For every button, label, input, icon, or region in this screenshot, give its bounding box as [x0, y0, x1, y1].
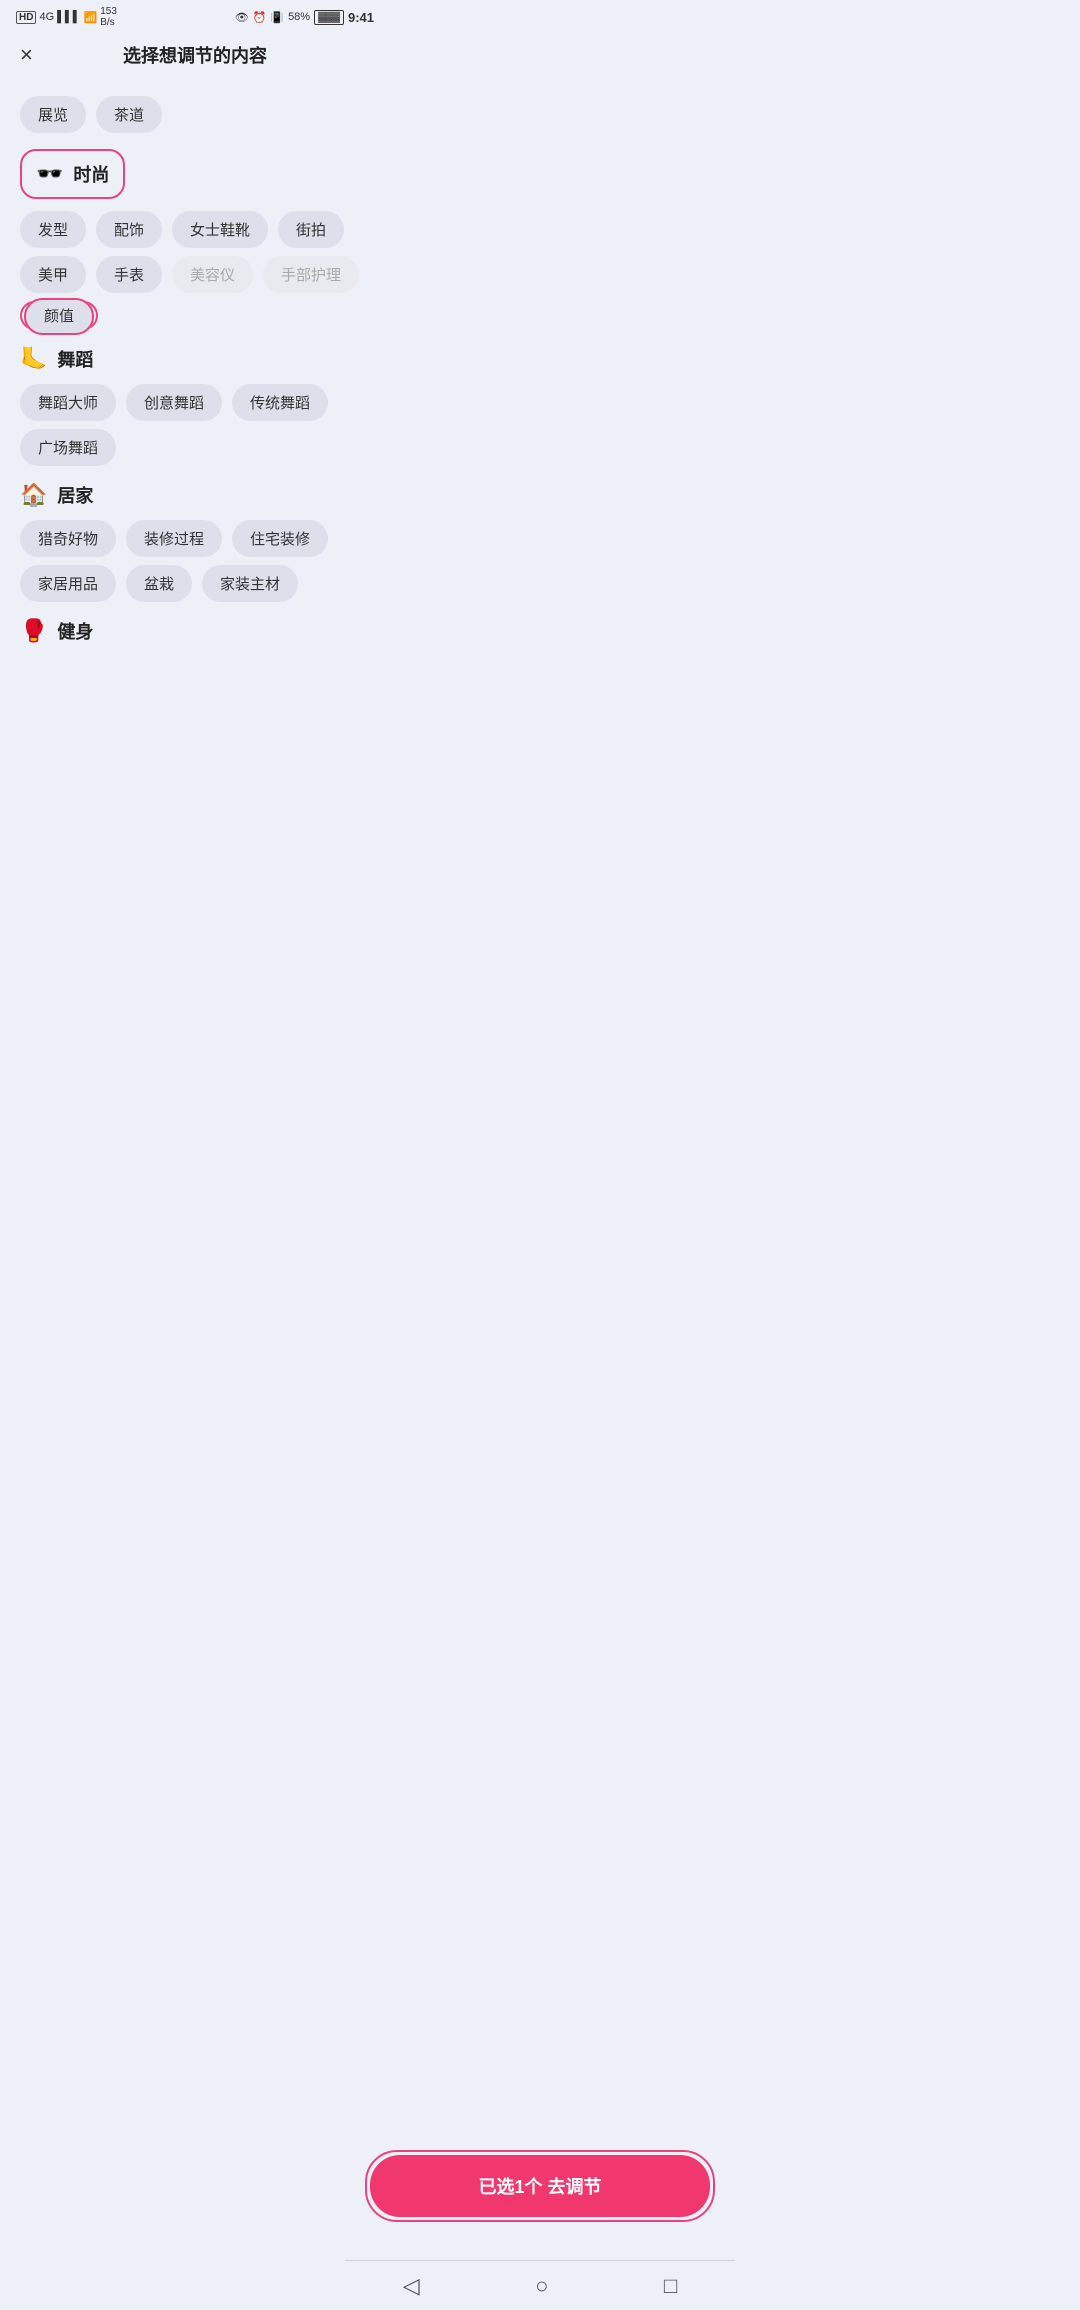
- vibrate-icon: 📳: [270, 11, 284, 24]
- tag-shoubiao[interactable]: 手表: [96, 256, 162, 293]
- fitness-name: 健身: [57, 618, 93, 644]
- tag-yanzhi[interactable]: 颜值: [24, 298, 94, 335]
- fashion-subtag-box: 颜值: [20, 301, 370, 330]
- fitness-icon: 🥊: [20, 618, 47, 644]
- tag-shounhuli: 手部护理: [263, 256, 359, 293]
- fashion-tags-row2: 美甲 手表 美容仪 手部护理: [20, 256, 370, 293]
- category-home: 🏠 居家 猎奇好物 装修过程 住宅装修 家居用品 盆栽 家装主材: [20, 482, 370, 602]
- tag-zhanlan[interactable]: 展览: [20, 96, 86, 133]
- dance-icon: 🦶: [20, 346, 47, 372]
- hd-label: HD: [16, 11, 36, 24]
- dance-tags-row2: 广场舞蹈: [20, 429, 370, 466]
- home-name: 居家: [57, 482, 93, 508]
- tag-guangchangwudao[interactable]: 广场舞蹈: [20, 429, 116, 466]
- signal-icon: ▌▌▌: [57, 11, 80, 23]
- home-button[interactable]: ○: [535, 2273, 548, 2299]
- home-icon: 🏠: [20, 482, 47, 508]
- yanzhi-selected-wrapper: 颜值: [20, 301, 98, 330]
- tag-zhuangxiuguocheng[interactable]: 装修过程: [126, 520, 222, 557]
- battery-label: 58%: [288, 11, 310, 23]
- tag-lieqihaowu[interactable]: 猎奇好物: [20, 520, 116, 557]
- tag-peishi[interactable]: 配饰: [96, 211, 162, 248]
- fashion-icon: 🕶️: [36, 161, 63, 187]
- page-header: × 选择想调节的内容: [0, 32, 390, 80]
- home-tags-row1: 猎奇好物 装修过程 住宅装修: [20, 520, 370, 557]
- eye-icon: 👁: [235, 11, 249, 24]
- tag-chadao[interactable]: 茶道: [96, 96, 162, 133]
- tag-wudaodashi[interactable]: 舞蹈大师: [20, 384, 116, 421]
- confirm-btn-wrapper: 已选1个 去调节: [365, 2150, 715, 2222]
- nav-bar: ◁ ○ □: [345, 2260, 735, 2310]
- recent-button[interactable]: □: [664, 2273, 677, 2299]
- battery-icon: ▓▓▓: [314, 10, 344, 25]
- alarm-icon: ⏰: [253, 11, 267, 24]
- category-fashion-header[interactable]: 🕶️ 时尚: [20, 149, 125, 199]
- wifi-icon: 📶: [84, 11, 98, 24]
- back-button[interactable]: ◁: [403, 2273, 420, 2299]
- dance-name: 舞蹈: [57, 346, 93, 372]
- close-button[interactable]: ×: [20, 44, 33, 66]
- tag-nüshixuexue[interactable]: 女士鞋靴: [172, 211, 268, 248]
- content-area: 展览 茶道 🕶️ 时尚 发型 配饰 女士鞋靴 街拍 美甲 手表 美容仪 手部护理…: [0, 80, 390, 760]
- home-tags-row2: 家居用品 盆栽 家装主材: [20, 565, 370, 602]
- category-fitness: 🥊 健身: [20, 618, 370, 644]
- time-label: 9:41: [348, 10, 374, 25]
- status-right: 👁 ⏰ 📳 58% ▓▓▓ 9:41: [235, 10, 374, 25]
- bottom-bar: 已选1个 去调节: [345, 2150, 735, 2260]
- tag-meijia[interactable]: 美甲: [20, 256, 86, 293]
- tag-penzai[interactable]: 盆栽: [126, 565, 192, 602]
- tag-meirongyi: 美容仪: [172, 256, 253, 293]
- category-fashion: 🕶️ 时尚 发型 配饰 女士鞋靴 街拍 美甲 手表 美容仪 手部护理 颜值: [20, 149, 370, 330]
- category-dance: 🦶 舞蹈 舞蹈大师 创意舞蹈 传统舞蹈 广场舞蹈: [20, 346, 370, 466]
- tag-jiajuyongpin[interactable]: 家居用品: [20, 565, 116, 602]
- network-label: 4G: [39, 11, 54, 23]
- category-fitness-header[interactable]: 🥊 健身: [20, 618, 370, 644]
- confirm-button[interactable]: 已选1个 去调节: [370, 2155, 710, 2217]
- fashion-name: 时尚: [73, 161, 109, 187]
- dance-tags-row1: 舞蹈大师 创意舞蹈 传统舞蹈: [20, 384, 370, 421]
- category-dance-header[interactable]: 🦶 舞蹈: [20, 346, 370, 372]
- speed-label: 153B/s: [100, 6, 117, 28]
- tag-faxing[interactable]: 发型: [20, 211, 86, 248]
- status-left: HD 4G ▌▌▌ 📶 153B/s: [16, 6, 117, 28]
- tag-chuangyiwudao[interactable]: 创意舞蹈: [126, 384, 222, 421]
- standalone-tags-row: 展览 茶道: [20, 96, 370, 133]
- tag-jiazhuangzhucai[interactable]: 家装主材: [202, 565, 298, 602]
- tag-chuantongwudao[interactable]: 传统舞蹈: [232, 384, 328, 421]
- fashion-tags-row1: 发型 配饰 女士鞋靴 街拍: [20, 211, 370, 248]
- tag-jiepai[interactable]: 街拍: [278, 211, 344, 248]
- status-bar: HD 4G ▌▌▌ 📶 153B/s 👁 ⏰ 📳 58% ▓▓▓ 9:41: [0, 0, 390, 32]
- page-title: 选择想调节的内容: [123, 42, 267, 68]
- category-home-header[interactable]: 🏠 居家: [20, 482, 370, 508]
- tag-zhuzhaizhuangxiu[interactable]: 住宅装修: [232, 520, 328, 557]
